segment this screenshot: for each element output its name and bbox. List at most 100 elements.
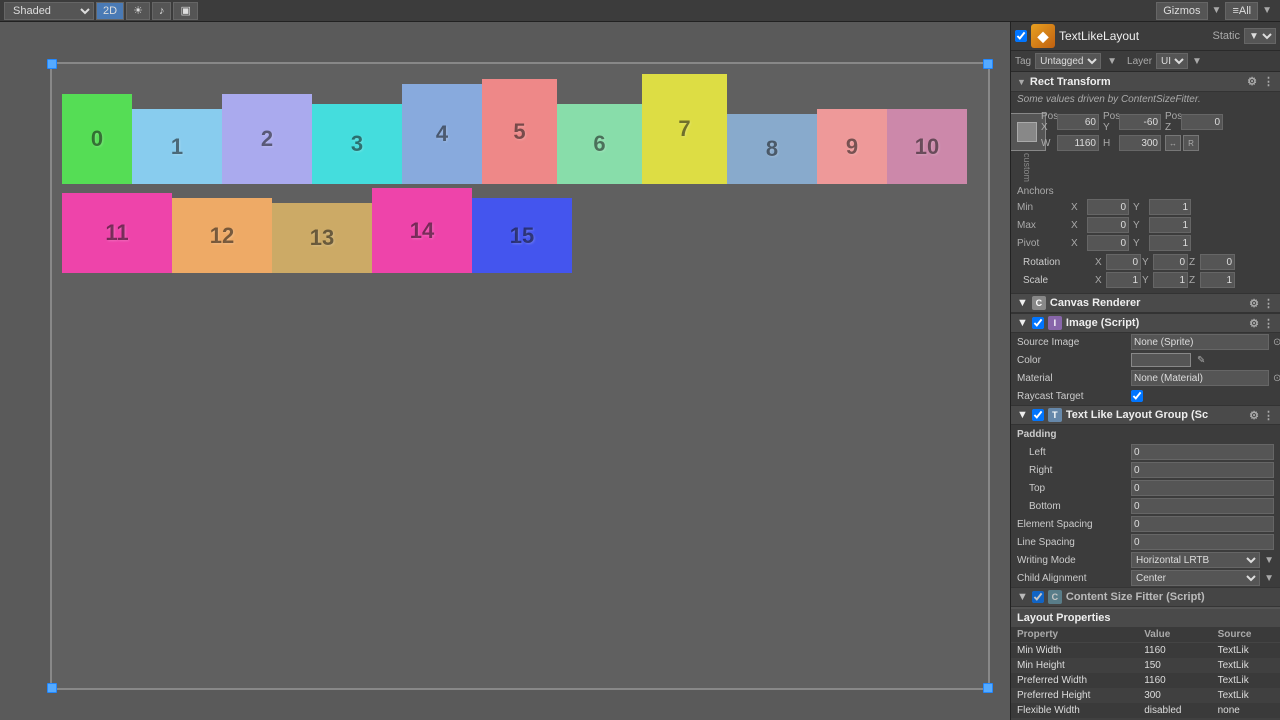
elem-spacing-input[interactable] bbox=[1131, 516, 1274, 532]
min-row: Min X Y bbox=[1017, 199, 1274, 215]
image-enable-checkbox[interactable] bbox=[1032, 317, 1044, 329]
pos-x-input[interactable] bbox=[1057, 114, 1099, 130]
audio-button[interactable]: ♪ bbox=[152, 2, 172, 20]
max-y-input[interactable] bbox=[1149, 217, 1191, 233]
layout-props-header: Layout Properties bbox=[1011, 609, 1280, 627]
source-image-row: Source Image ⊙ bbox=[1011, 333, 1280, 351]
tile-3: 3 bbox=[312, 104, 402, 184]
width-input[interactable] bbox=[1057, 135, 1099, 151]
color-picker-icon[interactable]: ✎ bbox=[1197, 355, 1205, 366]
unity-icon: ◆ bbox=[1031, 24, 1055, 48]
layout-props-title: Layout Properties bbox=[1017, 612, 1111, 624]
pivot-y-label: Y bbox=[1133, 238, 1147, 249]
rot-z-input[interactable] bbox=[1200, 254, 1235, 270]
scale-y-input[interactable] bbox=[1153, 272, 1188, 288]
gizmos-button[interactable]: Gizmos bbox=[1156, 2, 1207, 20]
padding-label: Padding bbox=[1017, 429, 1056, 440]
anchor-r-button[interactable]: R bbox=[1183, 135, 1199, 151]
scale-z-label: Z bbox=[1189, 275, 1199, 286]
min-y-input[interactable] bbox=[1149, 199, 1191, 215]
content-size-fitter-header[interactable]: ▼ C Content Size Fitter (Script) bbox=[1011, 587, 1280, 607]
pivot-y-input[interactable] bbox=[1149, 235, 1191, 251]
scene-view[interactable]: ✛ 0 1 2 3 4 5 6 7 bbox=[0, 22, 1010, 720]
layer-arrow: ▼ bbox=[1192, 56, 1202, 67]
lp-table-row: Preferred Height 300 TextLik bbox=[1011, 688, 1280, 703]
rect-transform-header[interactable]: ▼ Rect Transform ⚙ ⋮ bbox=[1011, 72, 1280, 92]
handle-tl[interactable] bbox=[47, 59, 57, 69]
tll-gear-icon[interactable]: ⚙ bbox=[1249, 409, 1259, 422]
tile-1: 1 bbox=[132, 109, 222, 184]
raycast-checkbox[interactable] bbox=[1131, 390, 1143, 402]
writing-mode-select[interactable]: Horizontal LRTB bbox=[1131, 552, 1260, 568]
min-x-label: X bbox=[1071, 202, 1085, 213]
line-spacing-row: Line Spacing bbox=[1011, 533, 1280, 551]
static-dropdown[interactable]: ▼ bbox=[1244, 28, 1276, 44]
lp-source: TextLik bbox=[1212, 673, 1280, 688]
component-header: ◆ TextLikeLayout Static ▼ bbox=[1011, 22, 1280, 51]
top-input[interactable] bbox=[1131, 480, 1274, 496]
canvas-menu-icon[interactable]: ⋮ bbox=[1263, 297, 1274, 310]
right-input[interactable] bbox=[1131, 462, 1274, 478]
source-image-input[interactable] bbox=[1131, 334, 1269, 350]
tag-select[interactable]: Untagged bbox=[1035, 53, 1101, 69]
image-script-header[interactable]: ▼ I Image (Script) ⚙ ⋮ bbox=[1011, 313, 1280, 333]
max-x-input[interactable] bbox=[1087, 217, 1129, 233]
canvas-gear-icon[interactable]: ⚙ bbox=[1249, 297, 1259, 310]
shading-dropdown[interactable]: Shaded bbox=[4, 2, 94, 20]
image-menu-icon[interactable]: ⋮ bbox=[1263, 317, 1274, 330]
canvas-comp-icon: C bbox=[1032, 296, 1046, 310]
pos-y-input[interactable] bbox=[1119, 114, 1161, 130]
lp-source: none bbox=[1212, 703, 1280, 718]
tll-enable-checkbox[interactable] bbox=[1032, 409, 1044, 421]
scale-z-input[interactable] bbox=[1200, 272, 1235, 288]
scale-x-input[interactable] bbox=[1106, 272, 1141, 288]
tile-row-2: 11 12 13 14 15 bbox=[62, 188, 978, 273]
bottom-input[interactable] bbox=[1131, 498, 1274, 514]
scale-y-label: Y bbox=[1142, 275, 1152, 286]
anchor-inner bbox=[1017, 122, 1037, 142]
pos-z-label: Pos Z bbox=[1165, 111, 1179, 133]
max-y-label: Y bbox=[1133, 220, 1147, 231]
rot-y-input[interactable] bbox=[1153, 254, 1188, 270]
static-text: Static bbox=[1212, 30, 1240, 42]
line-spacing-input[interactable] bbox=[1131, 534, 1274, 550]
sun-button[interactable]: ☀ bbox=[126, 2, 150, 20]
height-input[interactable] bbox=[1119, 135, 1161, 151]
rect-menu-icon[interactable]: ⋮ bbox=[1263, 75, 1274, 88]
pos-z-input[interactable] bbox=[1181, 114, 1223, 130]
image-gear-icon[interactable]: ⚙ bbox=[1249, 317, 1259, 330]
handle-br[interactable] bbox=[983, 683, 993, 693]
canvas-renderer-header[interactable]: ▼ C Canvas Renderer ⚙ ⋮ bbox=[1011, 293, 1280, 313]
pivot-x-label: X bbox=[1071, 238, 1085, 249]
child-alignment-select[interactable]: Center bbox=[1131, 570, 1260, 586]
tag-label: Tag bbox=[1015, 56, 1031, 67]
layer-select[interactable]: UI bbox=[1156, 53, 1188, 69]
anchor-reset-button[interactable]: ↔ bbox=[1165, 135, 1181, 151]
pivot-x-input[interactable] bbox=[1087, 235, 1129, 251]
lp-source: TextLik bbox=[1212, 688, 1280, 703]
lp-value: disabled bbox=[1138, 703, 1211, 718]
min-x-input[interactable] bbox=[1087, 199, 1129, 215]
handle-bl[interactable] bbox=[47, 683, 57, 693]
tag-arrow: ▼ bbox=[1107, 56, 1117, 67]
material-select-icon[interactable]: ⊙ bbox=[1273, 373, 1280, 384]
bottom-row: Bottom bbox=[1011, 497, 1280, 515]
2d-mode-button[interactable]: 2D bbox=[96, 2, 124, 20]
color-swatch[interactable] bbox=[1131, 353, 1191, 367]
material-input[interactable] bbox=[1131, 370, 1269, 386]
source-image-select-icon[interactable]: ⊙ bbox=[1273, 337, 1280, 348]
csf-enable-checkbox[interactable] bbox=[1032, 591, 1044, 603]
screen-button[interactable]: ▣ bbox=[173, 2, 197, 20]
layers-button[interactable]: ≡All bbox=[1225, 2, 1258, 20]
tile-6: 6 bbox=[557, 104, 642, 184]
rect-gear-icon[interactable]: ⚙ bbox=[1247, 75, 1257, 88]
rot-x-input[interactable] bbox=[1106, 254, 1141, 270]
anchors-section: Anchors bbox=[1017, 186, 1274, 197]
rot-x-label: X bbox=[1095, 257, 1105, 268]
text-like-layout-header[interactable]: ▼ T Text Like Layout Group (Sc ⚙ ⋮ bbox=[1011, 405, 1280, 425]
handle-tr[interactable] bbox=[983, 59, 993, 69]
tile-0: 0 bbox=[62, 94, 132, 184]
left-input[interactable] bbox=[1131, 444, 1274, 460]
component-enable-checkbox[interactable] bbox=[1015, 30, 1027, 42]
tll-menu-icon[interactable]: ⋮ bbox=[1263, 409, 1274, 422]
